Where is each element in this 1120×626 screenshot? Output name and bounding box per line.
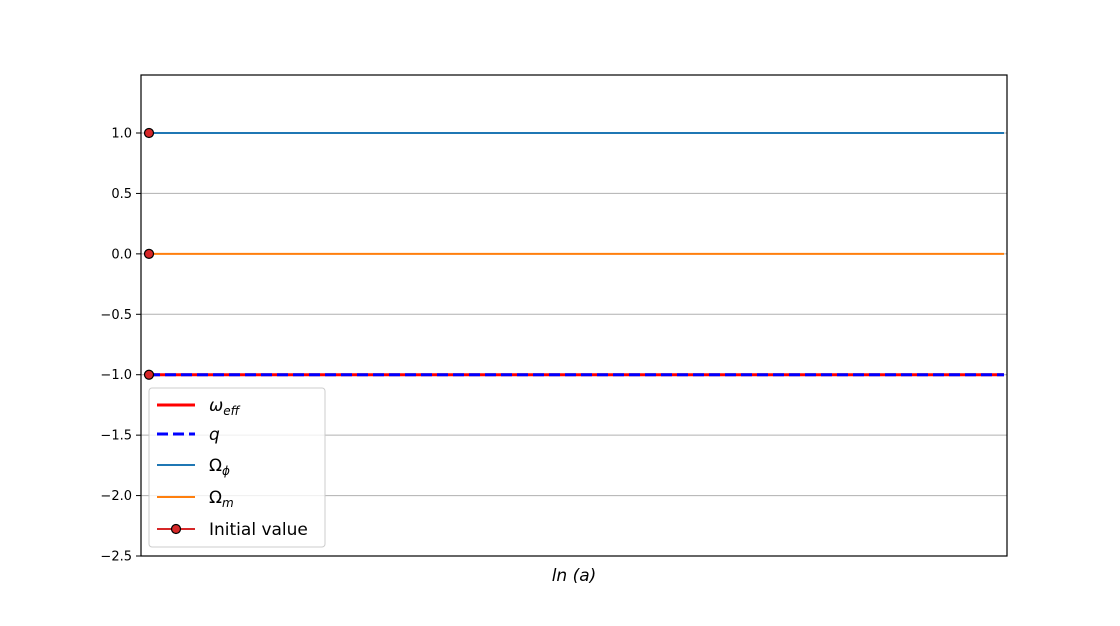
y-tick-label: −2.0	[100, 489, 132, 504]
initial-value-point	[143, 248, 155, 259]
legend-marker	[170, 523, 182, 535]
initial-value-point	[143, 369, 155, 380]
chart: 1.0 0.5 0.0 −0.5 −1.0 −1.5 −2.0 −2.5 ln (a) ωef…	[0, 0, 1120, 626]
y-tick-label: −1.5	[100, 429, 132, 444]
initial-value-point	[143, 127, 155, 139]
y-tick-label: 0.5	[111, 187, 132, 202]
legend: ωeffqΩϕΩmInitial value	[148, 387, 326, 548]
y-tick-label: 0.0	[111, 247, 132, 262]
legend-label: Initial value	[209, 520, 308, 540]
y-tick-label: −2.5	[100, 550, 132, 565]
y-tick-label: −0.5	[100, 308, 132, 323]
y-tick-label: −1.0	[100, 368, 132, 383]
legend-label: q	[209, 425, 220, 445]
y-tick-label: 1.0	[111, 127, 132, 142]
x-axis-label: ln (a)	[552, 566, 597, 586]
